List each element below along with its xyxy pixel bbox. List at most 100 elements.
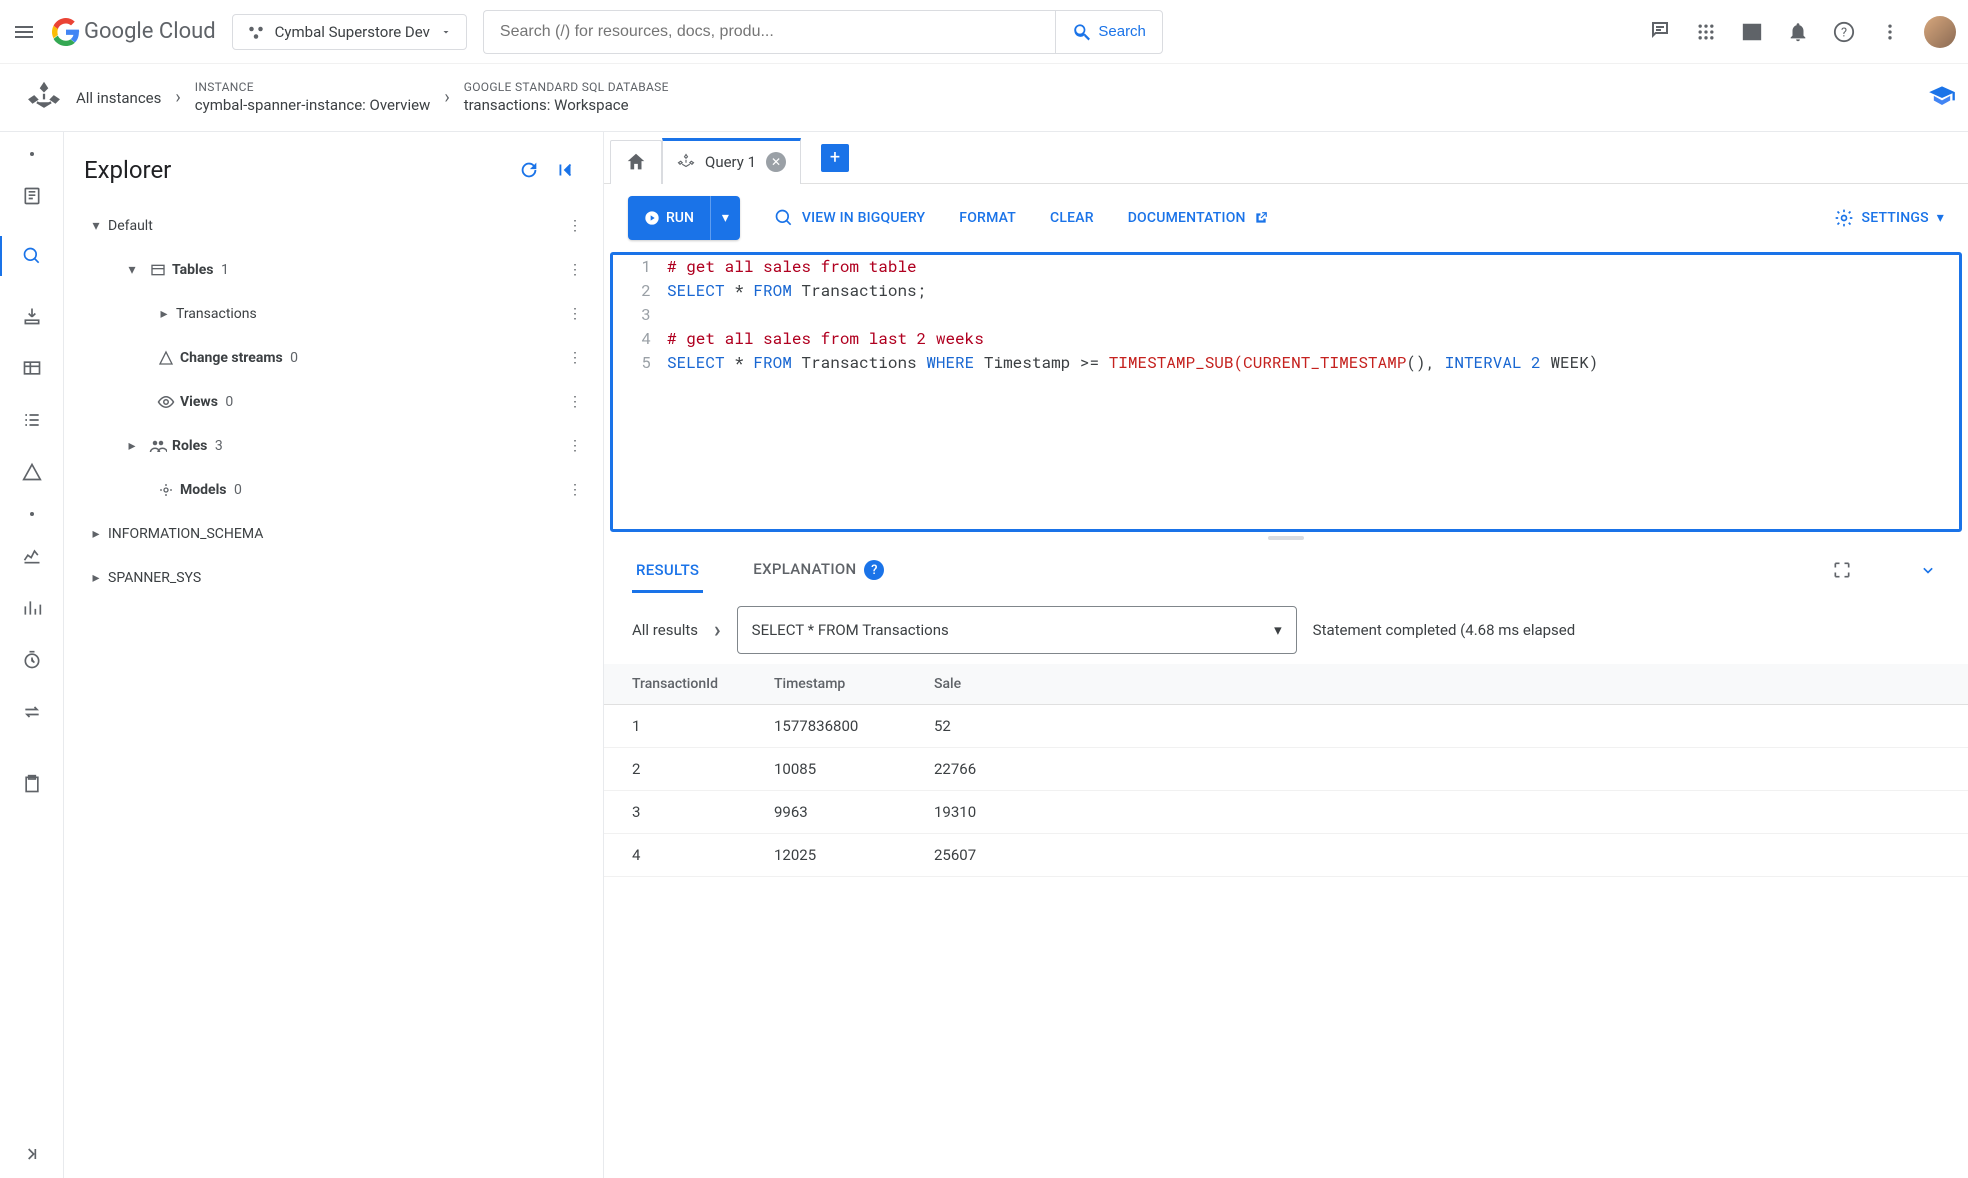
top-header: Google Cloud Cymbal Superstore Dev Searc… bbox=[0, 0, 1968, 64]
cloud-shell-icon[interactable] bbox=[1740, 20, 1764, 44]
more-icon[interactable]: ⋮ bbox=[563, 262, 587, 278]
tab-label: Query 1 bbox=[705, 153, 756, 171]
tree-views[interactable]: Views 0 ⋮ bbox=[72, 380, 595, 424]
project-selector[interactable]: Cymbal Superstore Dev bbox=[232, 14, 467, 50]
resize-handle[interactable] bbox=[604, 532, 1968, 544]
more-icon[interactable] bbox=[1878, 20, 1902, 44]
tree-default[interactable]: ▾ Default ⋮ bbox=[72, 204, 595, 248]
assist-icon[interactable] bbox=[1648, 20, 1672, 44]
breadcrumb-database[interactable]: GOOGLE STANDARD SQL DATABASE transaction… bbox=[464, 79, 669, 115]
workspace: Query 1 ✕ + RUN ▾ VIEW IN BIGQUERY FORMA… bbox=[604, 132, 1968, 1178]
menu-icon[interactable] bbox=[12, 20, 36, 44]
caret-down-icon: ▾ bbox=[1274, 621, 1282, 639]
table-cell: 22766 bbox=[914, 748, 1968, 791]
table-row[interactable]: 3996319310 bbox=[604, 791, 1968, 834]
rail-tables-icon[interactable] bbox=[20, 356, 44, 380]
tab-results[interactable]: RESULTS bbox=[632, 547, 703, 593]
table-row[interactable]: 1157783680052 bbox=[604, 705, 1968, 748]
search-input[interactable] bbox=[483, 10, 1055, 54]
sql-editor[interactable]: 1# get all sales from table 2SELECT * FR… bbox=[610, 252, 1962, 532]
tree-spanner-sys[interactable]: ▸ SPANNER_SYS bbox=[72, 556, 595, 600]
notifications-icon[interactable] bbox=[1786, 20, 1810, 44]
collapse-left-icon[interactable] bbox=[547, 152, 583, 188]
breadcrumb-root[interactable]: All instances bbox=[76, 89, 161, 107]
caret-down-icon bbox=[440, 26, 452, 38]
table-row[interactable]: 41202525607 bbox=[604, 834, 1968, 877]
clear-button[interactable]: CLEAR bbox=[1050, 210, 1094, 226]
svg-text:?: ? bbox=[1841, 25, 1847, 40]
more-icon[interactable]: ⋮ bbox=[563, 482, 587, 498]
more-icon[interactable]: ⋮ bbox=[563, 350, 587, 366]
rail-dot bbox=[30, 152, 34, 156]
main: Explorer ▾ Default ⋮ ▾ Tables 1 ⋮ ▸ Tran… bbox=[0, 132, 1968, 1178]
column-header[interactable]: Timestamp bbox=[754, 664, 914, 705]
rail-query-icon[interactable] bbox=[20, 244, 44, 268]
roles-icon bbox=[144, 437, 172, 455]
learn-icon[interactable] bbox=[1928, 84, 1956, 112]
rail-transfer-icon[interactable] bbox=[20, 700, 44, 724]
more-icon[interactable]: ⋮ bbox=[563, 394, 587, 410]
add-tab-button[interactable]: + bbox=[821, 144, 849, 172]
help-icon[interactable]: ? bbox=[1832, 20, 1856, 44]
refresh-icon[interactable] bbox=[511, 152, 547, 188]
left-rail bbox=[0, 132, 64, 1178]
run-button[interactable]: RUN bbox=[628, 210, 710, 226]
statement-select[interactable]: SELECT * FROM Transactions ▾ bbox=[737, 606, 1297, 654]
run-dropdown[interactable]: ▾ bbox=[710, 196, 740, 240]
rail-query-wrap bbox=[0, 236, 62, 276]
avatar[interactable] bbox=[1924, 16, 1956, 48]
search-button[interactable]: Search bbox=[1055, 10, 1163, 54]
apps-icon[interactable] bbox=[1694, 20, 1718, 44]
table-cell: 12025 bbox=[754, 834, 914, 877]
tab-query-1[interactable]: Query 1 ✕ bbox=[662, 138, 801, 184]
expand-icon[interactable] bbox=[1916, 558, 1940, 582]
results-tabs: RESULTS EXPLANATION? bbox=[604, 544, 1968, 596]
more-icon[interactable]: ⋮ bbox=[563, 306, 587, 322]
breadcrumb-instance[interactable]: INSTANCE cymbal-spanner-instance: Overvi… bbox=[195, 79, 431, 115]
settings-button[interactable]: SETTINGS ▾ bbox=[1834, 208, 1944, 228]
rail-alert-icon[interactable] bbox=[20, 460, 44, 484]
help-badge-icon: ? bbox=[864, 560, 884, 580]
chevron-right-icon: › bbox=[714, 618, 721, 643]
rail-monitoring-icon[interactable] bbox=[20, 544, 44, 568]
breadcrumb: All instances › INSTANCE cymbal-spanner-… bbox=[76, 79, 669, 115]
play-icon bbox=[644, 210, 660, 226]
tree-transactions[interactable]: ▸ Transactions ⋮ bbox=[72, 292, 595, 336]
all-results-label: All results bbox=[632, 621, 698, 639]
rail-clipboard-icon[interactable] bbox=[20, 772, 44, 796]
rail-list-icon[interactable] bbox=[20, 408, 44, 432]
column-header[interactable]: TransactionId bbox=[604, 664, 754, 705]
rail-timer-icon[interactable] bbox=[20, 648, 44, 672]
tree-info-schema[interactable]: ▸ INFORMATION_SCHEMA bbox=[72, 512, 595, 556]
more-icon[interactable]: ⋮ bbox=[563, 438, 587, 454]
gear-icon bbox=[1834, 208, 1854, 228]
format-button[interactable]: FORMAT bbox=[959, 210, 1016, 226]
tree-change-streams[interactable]: Change streams 0 ⋮ bbox=[72, 336, 595, 380]
explorer-panel: Explorer ▾ Default ⋮ ▾ Tables 1 ⋮ ▸ Tran… bbox=[64, 132, 604, 1178]
rail-import-icon[interactable] bbox=[20, 304, 44, 328]
tree-roles[interactable]: ▸ Roles 3 ⋮ bbox=[72, 424, 595, 468]
caret-right-icon: ▸ bbox=[84, 570, 108, 586]
tab-home[interactable] bbox=[610, 140, 662, 184]
documentation-button[interactable]: DOCUMENTATION bbox=[1128, 210, 1268, 226]
table-row[interactable]: 21008522766 bbox=[604, 748, 1968, 791]
fullscreen-icon[interactable] bbox=[1830, 558, 1854, 582]
table-icon bbox=[144, 262, 172, 278]
caret-down-icon: ▾ bbox=[120, 262, 144, 278]
rail-overview-icon[interactable] bbox=[20, 184, 44, 208]
tree-tables[interactable]: ▾ Tables 1 ⋮ bbox=[72, 248, 595, 292]
more-icon[interactable]: ⋮ bbox=[563, 218, 587, 234]
external-link-icon bbox=[1254, 211, 1268, 225]
tree: ▾ Default ⋮ ▾ Tables 1 ⋮ ▸ Transactions … bbox=[64, 204, 603, 600]
explorer-title: Explorer bbox=[84, 156, 511, 184]
tab-explanation[interactable]: EXPLANATION? bbox=[749, 546, 888, 595]
rail-collapse-icon[interactable] bbox=[20, 1142, 44, 1166]
gcloud-logo[interactable]: Google Cloud bbox=[52, 18, 216, 46]
rail-insights-icon[interactable] bbox=[20, 596, 44, 620]
view-in-bigquery-button[interactable]: VIEW IN BIGQUERY bbox=[774, 208, 925, 228]
editor-tabs: Query 1 ✕ + bbox=[604, 132, 1968, 184]
column-header[interactable]: Sale bbox=[914, 664, 1968, 705]
close-icon[interactable]: ✕ bbox=[766, 152, 786, 172]
tree-models[interactable]: Models 0 ⋮ bbox=[72, 468, 595, 512]
table-cell: 25607 bbox=[914, 834, 1968, 877]
